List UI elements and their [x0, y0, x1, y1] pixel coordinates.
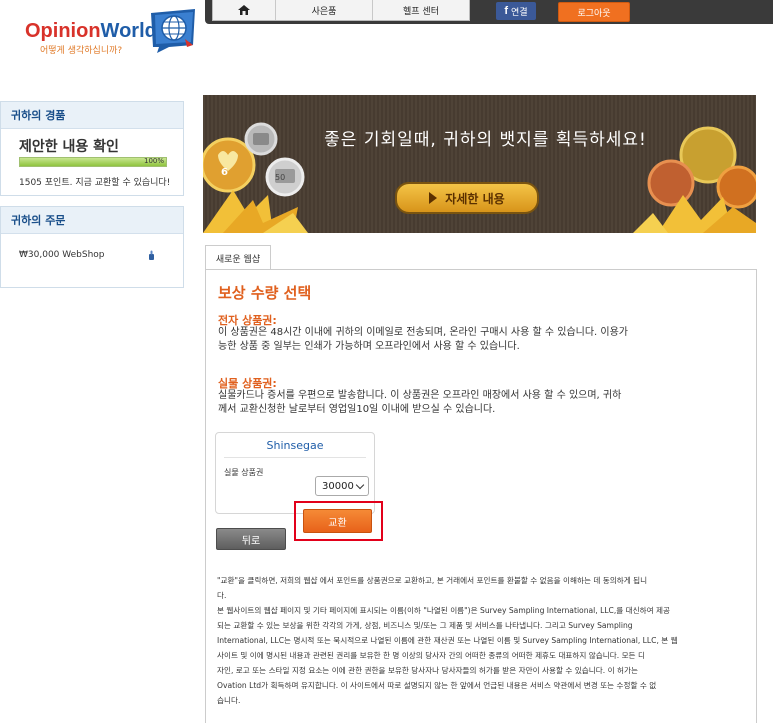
electronic-voucher-text: 이 상품권은 48시간 이내에 귀하의 이메일로 전송되며, 온라인 구매시 사…: [218, 326, 718, 354]
banner-headline: 좋은 기회일때, 귀하의 뱃지를 획득하세요!: [324, 130, 647, 150]
main-nav: 사은품 헬프 센터: [212, 0, 470, 21]
chevron-down-icon: [355, 480, 365, 490]
banner-details-button[interactable]: 자세한 내용: [395, 182, 539, 214]
sidebar-rewards-heading: 귀하의 경품: [1, 102, 183, 129]
progress-label: 100%: [143, 157, 164, 165]
logo-tagline: 어떻게 생각하십니까?: [40, 46, 123, 56]
terms-fine-print: "교환"을 클릭하면, 저희의 웹샵 에서 포인트를 상품권으로 교환하고, 본…: [217, 573, 745, 708]
play-arrow-icon: [429, 192, 438, 204]
badge-six: 6: [221, 167, 228, 178]
points-note: 1505 포인트. 지금 교환할 수 있습니다!: [19, 178, 171, 188]
sidebar-orders-panel: 귀하의 주문 ₩30,000 WebShop: [0, 206, 184, 288]
fine-print-line: 다.: [217, 591, 227, 600]
home-icon: [238, 5, 250, 15]
rewards-offer-title[interactable]: 제안한 내용 확인: [19, 136, 119, 156]
exchange-button[interactable]: 교환: [303, 509, 372, 533]
logo-opinion: Opinion: [25, 20, 101, 42]
banner-details-label: 자세한 내용: [445, 191, 505, 206]
globe-logo-icon: [151, 9, 195, 53]
fine-print-line: "교환"을 클릭하면, 저희의 웹샵 에서 포인트를 상품권으로 교환하고, 본…: [217, 576, 648, 585]
reward-selection-panel: 보상 수량 선택 전자 상품권: 이 상품권은 48시간 이내에 귀하의 이메일…: [205, 269, 757, 723]
fine-print-line: International, LLC는 명시적 또는 묵시적으로 나열된 이름에…: [217, 636, 678, 645]
facebook-connect-label: 연결: [511, 7, 528, 18]
logout-button[interactable]: 로그아웃: [558, 2, 630, 22]
amount-select-value: 30000: [322, 480, 354, 492]
facebook-icon: f: [504, 5, 509, 17]
voucher-type-label: 실물 상품권: [224, 468, 264, 477]
points-progress-bar: 100%: [19, 157, 167, 167]
electronic-line-2: 능한 상품 중 일부는 인쇄가 가능하며 오프라인에서 사용 할 수 있습니다.: [218, 341, 520, 352]
order-item: ₩30,000 WebShop: [19, 250, 105, 260]
physical-line-1: 실물카드나 증서를 우편으로 발송합니다. 이 상품권은 오프라인 매장에서 사…: [218, 390, 622, 401]
electronic-line-1: 이 상품권은 48시간 이내에 귀하의 이메일로 전송되며, 온라인 구매시 사…: [218, 327, 629, 338]
physical-line-2: 께서 교환신청한 날로부터 영업일10일 이내에 받으실 수 있습니다.: [218, 404, 496, 415]
facebook-connect-button[interactable]: f 연결: [496, 2, 536, 20]
page-title: 보상 수량 선택: [218, 284, 312, 302]
thumbs-up-icon: [149, 250, 154, 260]
badge-promo-banner[interactable]: 6 50 좋은 기회일때, 귀하의 뱃지를 획득하세요! 자세한 내용: [203, 95, 756, 233]
fine-print-line: 자인, 로고 또는 스타일 지정 요소는 이에 관한 권한을 보유한 당사자나 …: [217, 666, 638, 675]
fine-print-line: 되는 교환할 수 있는 보상을 위한 각각의 가게, 상점, 비즈니스 및/또는…: [217, 621, 633, 630]
voucher-brand: Shinsegae: [266, 439, 324, 452]
tab-new-webshop[interactable]: 새로운 웹샵: [205, 245, 271, 270]
nav-help-center[interactable]: 헬프 센터: [373, 0, 469, 20]
fine-print-line: 본 웹사이트의 웹샵 페이지 및 기타 페이지에 표시되는 이름(이하 "나열된…: [217, 606, 671, 615]
back-button[interactable]: 뒤로: [216, 528, 286, 550]
fine-print-line: Ovation Ltd가 획득하며 유지합니다. 이 사이트에서 따로 설명되지…: [217, 681, 657, 690]
fine-print-line: 사이트 및 이에 명시된 내용과 관련된 권리를 보유한 한 명 이상의 당사자…: [217, 651, 645, 660]
badge-fifty: 50: [275, 173, 286, 182]
nav-gifts[interactable]: 사은품: [276, 0, 373, 20]
fine-print-line: 습니다.: [217, 696, 241, 705]
home-nav-button[interactable]: [213, 0, 276, 20]
sidebar-orders-heading: 귀하의 주문: [1, 207, 183, 234]
physical-voucher-text: 실물카드나 증서를 우편으로 발송합니다. 이 상품권은 오프라인 매장에서 사…: [218, 389, 718, 417]
sidebar-rewards-panel: 귀하의 경품 제안한 내용 확인 100% 1505 포인트. 지금 교환할 수…: [0, 101, 184, 196]
amount-select[interactable]: 30000: [315, 476, 369, 496]
logo[interactable]: OpinionWorld: [25, 20, 157, 43]
